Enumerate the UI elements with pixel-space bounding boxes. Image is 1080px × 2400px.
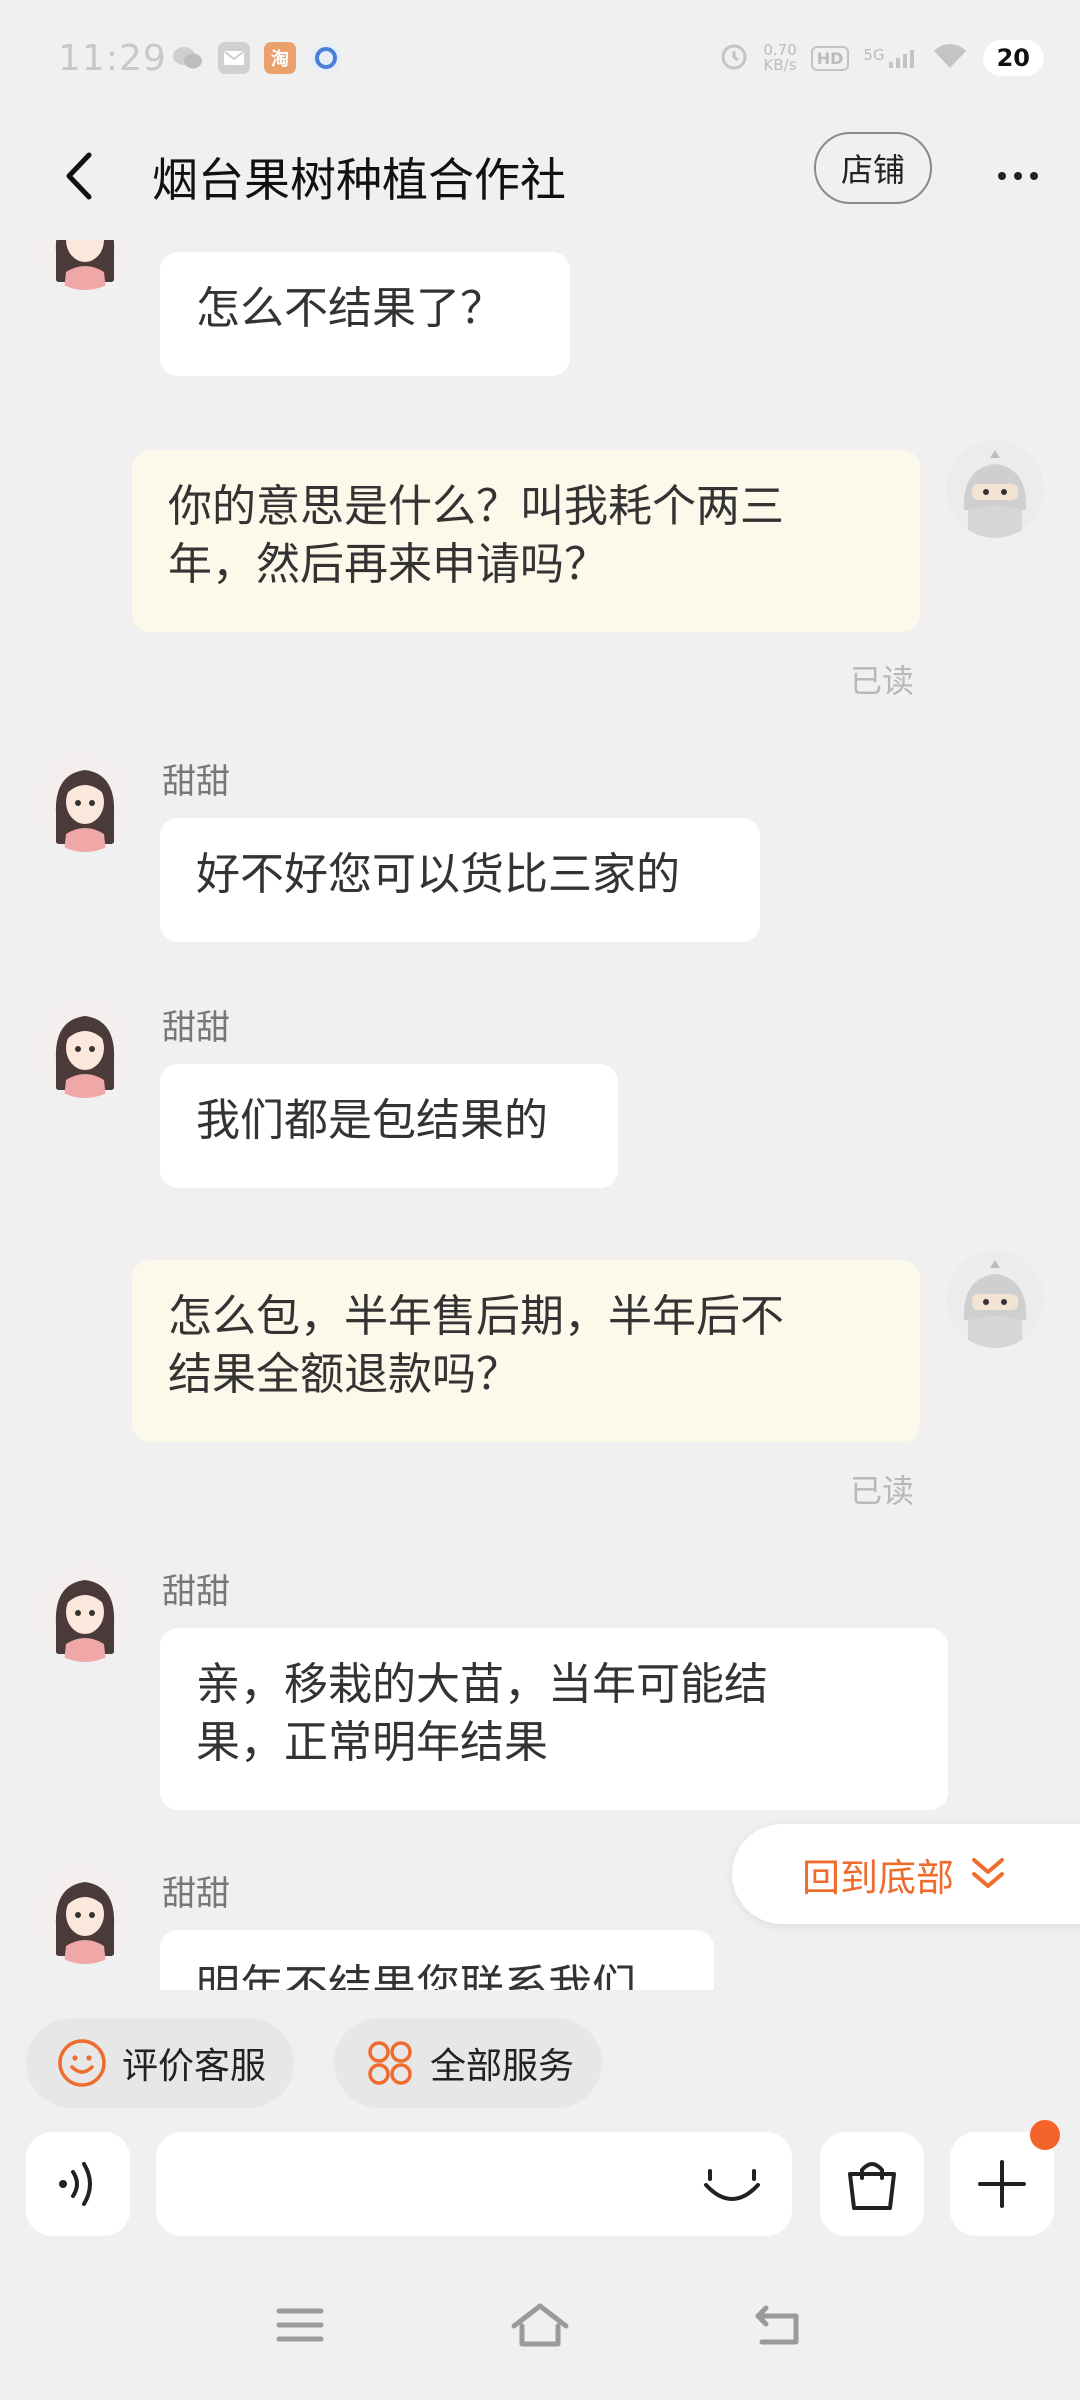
alarm-icon	[719, 41, 749, 75]
message-text: 结果全额退款吗？	[168, 1349, 520, 1400]
chat-title: 烟台果树种植合作社	[152, 153, 566, 207]
back-arrow-icon	[66, 152, 92, 200]
more-options-button[interactable]	[988, 146, 1048, 206]
signal-icon: 5G	[863, 46, 916, 70]
message-bubble[interactable]: 我们都是包结果的	[160, 1064, 618, 1188]
user-avatar[interactable]	[946, 440, 1044, 538]
read-receipt: 已读	[850, 662, 915, 700]
message-text: 年，然后再来申请吗？	[168, 539, 608, 590]
message-bubble[interactable]: 明年不结果您联系我们	[160, 1930, 714, 1990]
battery-level: 20	[982, 40, 1044, 76]
back-to-bottom-button[interactable]: 回到底部	[732, 1824, 1080, 1924]
more-dot-icon	[998, 172, 1006, 180]
message-text: 怎么不结果了？	[196, 283, 504, 334]
home-icon	[511, 2303, 569, 2347]
rate-service-button[interactable]: 评价客服	[26, 2018, 295, 2108]
message-app-icon	[218, 42, 250, 74]
sender-name: 甜甜	[162, 762, 230, 802]
agent-avatar[interactable]	[36, 1866, 134, 1964]
return-icon	[755, 2305, 799, 2345]
message-text: 我们都是包结果的	[196, 1095, 548, 1146]
message-text: 明年不结果您联系我们	[196, 1961, 636, 1990]
wifi-icon	[931, 42, 969, 74]
services-grid-icon	[368, 2041, 412, 2085]
message-text: 好不好您可以货比三家的	[196, 849, 680, 900]
shop-button[interactable]: 店铺	[814, 132, 932, 204]
sender-name: 甜甜	[162, 1572, 230, 1612]
taobao-app-icon: 淘	[264, 42, 296, 74]
shopping-bag-button[interactable]	[820, 2132, 924, 2236]
wechat-icon	[172, 42, 204, 74]
rate-service-label: 评价客服	[122, 2046, 267, 2087]
sender-name: 甜甜	[162, 1874, 230, 1914]
menu-icon	[276, 2308, 324, 2342]
message-list[interactable]: 怎么不结果了？ 你的意思是什么？叫我耗个两三 年，然后再来申请吗？ 已读 甜甜 …	[0, 240, 1080, 1990]
status-time: 11:29	[58, 38, 167, 79]
emoji-button[interactable]	[694, 2147, 770, 2223]
status-app-icons: 淘	[172, 42, 342, 74]
message-bubble[interactable]: 怎么包，半年售后期，半年后不 结果全额退款吗？	[132, 1260, 920, 1442]
taobao-app-label: 淘	[271, 49, 289, 70]
message-bubble[interactable]: 好不好您可以货比三家的	[160, 818, 760, 942]
voice-button[interactable]	[26, 2132, 130, 2236]
message-text: 亲，移栽的大苗，当年可能结	[196, 1659, 768, 1710]
read-receipt: 已读	[850, 1472, 915, 1510]
chat-screen: 11:29 淘 0.70 KB/s HD 5G 20 烟台果树种植合作社 店铺 …	[0, 0, 1080, 2400]
system-nav-bar	[0, 2250, 1080, 2400]
sender-name: 甜甜	[162, 1008, 230, 1048]
network-speed-unit: KB/s	[763, 56, 797, 74]
nav-menu-button[interactable]	[260, 2290, 340, 2360]
message-bubble[interactable]: 你的意思是什么？叫我耗个两三 年，然后再来申请吗？	[132, 450, 920, 632]
more-actions-button[interactable]	[950, 2120, 1060, 2236]
status-bar: 11:29 淘 0.70 KB/s HD 5G 20	[0, 0, 1080, 120]
network-type: 5G	[863, 46, 885, 64]
message-text: 怎么包，半年售后期，半年后不	[168, 1291, 784, 1342]
nav-back-button[interactable]	[740, 2290, 820, 2360]
back-to-bottom-label: 回到底部	[802, 1855, 955, 1900]
input-bar	[0, 2120, 1080, 2250]
more-dot-icon	[1014, 172, 1022, 180]
agent-avatar[interactable]	[36, 240, 134, 290]
user-avatar[interactable]	[946, 1250, 1044, 1348]
browser-app-icon	[310, 42, 342, 74]
all-services-label: 全部服务	[430, 2046, 575, 2087]
shopping-bag-icon	[848, 2162, 896, 2210]
agent-avatar[interactable]	[36, 754, 134, 852]
message-bubble[interactable]: 亲，移栽的大苗，当年可能结 果，正常明年结果	[160, 1628, 948, 1810]
back-button[interactable]	[48, 146, 108, 206]
message-text: 你的意思是什么？叫我耗个两三	[168, 481, 784, 532]
plus-icon	[978, 2160, 1026, 2208]
message-bubble[interactable]: 怎么不结果了？	[160, 252, 570, 376]
chat-header: 烟台果树种植合作社 店铺	[0, 120, 1080, 240]
agent-avatar[interactable]	[36, 1000, 134, 1098]
status-right: 0.70 KB/s HD 5G 20	[719, 40, 1044, 76]
nav-home-button[interactable]	[500, 2290, 580, 2360]
smile-icon	[58, 2039, 106, 2087]
more-dot-icon	[1030, 172, 1038, 180]
message-text: 果，正常明年结果	[196, 1717, 548, 1768]
agent-avatar[interactable]	[36, 1564, 134, 1662]
voice-icon	[59, 2162, 92, 2206]
double-chevron-down-icon	[972, 1858, 1005, 1888]
hd-badge: HD	[810, 45, 850, 71]
quick-actions-bar: 评价客服 全部服务	[0, 1990, 1080, 2125]
network-speed: 0.70 KB/s	[763, 43, 796, 73]
notification-dot	[1030, 2120, 1060, 2150]
emoji-icon	[704, 2169, 760, 2201]
all-services-button[interactable]: 全部服务	[334, 2018, 603, 2108]
